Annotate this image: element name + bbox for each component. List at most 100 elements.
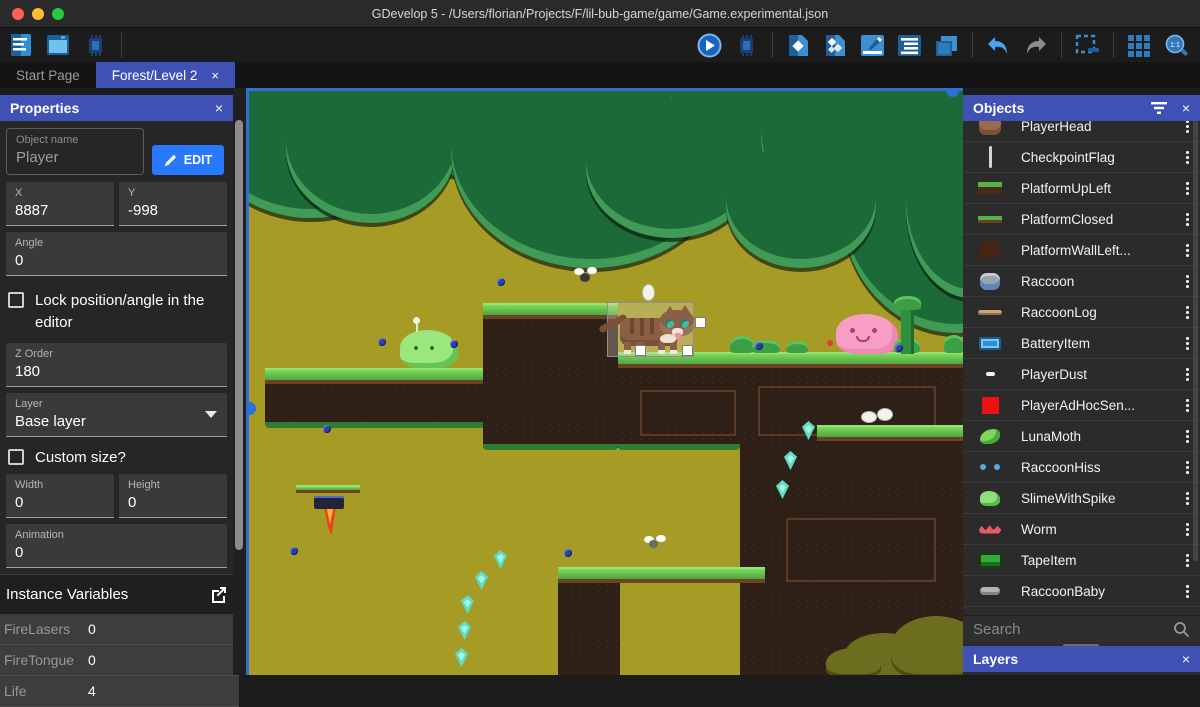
tab-start-page[interactable]: Start Page [0, 62, 96, 88]
object-menu-icon[interactable] [1180, 121, 1194, 133]
object-row[interactable]: PlayerAdHocSen... [963, 390, 1200, 421]
object-menu-icon[interactable] [1180, 399, 1194, 412]
debugger-icon[interactable] [82, 33, 109, 58]
x-position-input[interactable]: X 8887 [6, 182, 114, 226]
debug-preview-icon[interactable] [733, 33, 760, 58]
edit-scene-properties-icon[interactable] [859, 33, 886, 58]
berry-instance[interactable] [378, 338, 386, 346]
variable-row[interactable]: FireLasers 0 [0, 614, 239, 645]
close-objects-icon[interactable]: × [1182, 100, 1190, 116]
object-row[interactable]: PlatformClosed [963, 204, 1200, 235]
berry-instance[interactable] [497, 278, 505, 286]
object-menu-icon[interactable] [1180, 368, 1194, 381]
crystal-instance[interactable] [475, 571, 488, 590]
crystal-instance[interactable] [455, 648, 468, 667]
zoom-reset-icon[interactable]: 1:1 [1163, 33, 1190, 58]
layer-select[interactable]: Layer Base layer [6, 393, 227, 437]
custom-size-checkbox[interactable] [8, 449, 24, 465]
berry-instance[interactable] [895, 344, 903, 352]
delete-selection-icon[interactable] [1074, 33, 1101, 58]
object-menu-icon[interactable] [1180, 523, 1194, 536]
height-input[interactable]: Height 0 [119, 474, 227, 518]
object-row[interactable]: Worm [963, 514, 1200, 545]
crystal-instance[interactable] [461, 595, 474, 614]
berry-instance[interactable] [450, 340, 458, 348]
object-menu-icon[interactable] [1180, 585, 1194, 598]
object-row[interactable]: BatteryItem [963, 328, 1200, 359]
berry-instance[interactable] [755, 342, 763, 350]
object-menu-icon[interactable] [1180, 275, 1194, 288]
properties-scrollbar[interactable] [233, 88, 246, 675]
objects-scrollbar[interactable] [1193, 121, 1198, 561]
selection-handle[interactable] [695, 317, 706, 328]
object-row[interactable]: PlayerDust [963, 359, 1200, 390]
object-row[interactable]: CheckpointFlag [963, 142, 1200, 173]
object-row[interactable]: RaccoonLog [963, 297, 1200, 328]
object-row[interactable]: PlatformWallLeft... [963, 235, 1200, 266]
y-position-input[interactable]: Y -998 [119, 182, 227, 226]
add-object-icon[interactable] [785, 33, 812, 58]
redo-icon[interactable] [1022, 33, 1049, 58]
object-menu-icon[interactable] [1180, 461, 1194, 474]
object-row[interactable]: RaccoonHiss [963, 452, 1200, 483]
object-row[interactable]: Raccoon [963, 266, 1200, 297]
z-order-input[interactable]: Z Order 180 [6, 343, 227, 387]
crystal-instance[interactable] [458, 621, 471, 640]
grid-icon[interactable] [1126, 33, 1153, 58]
egg-instance[interactable] [642, 284, 655, 301]
filter-icon[interactable] [1150, 101, 1168, 115]
object-row[interactable]: PlayerHead [963, 121, 1200, 142]
berry-instance[interactable] [323, 425, 331, 433]
platform-instance[interactable] [558, 581, 620, 675]
object-menu-icon[interactable] [1180, 213, 1194, 226]
objects-groups-icon[interactable] [822, 33, 849, 58]
animation-input[interactable]: Animation 0 [6, 524, 227, 568]
layers-panel-header: Layers × [963, 646, 1200, 672]
search-input[interactable] [973, 621, 1173, 638]
variable-row[interactable]: FireTongue 0 [0, 645, 239, 676]
start-page-icon[interactable] [45, 33, 72, 58]
object-menu-icon[interactable] [1180, 492, 1194, 505]
object-menu-icon[interactable] [1180, 151, 1194, 164]
berry-instance[interactable] [564, 549, 572, 557]
project-manager-icon[interactable] [8, 33, 35, 58]
object-menu-icon[interactable] [1180, 244, 1194, 257]
angle-input[interactable]: Angle 0 [6, 232, 227, 276]
close-tab-icon[interactable]: × [211, 68, 219, 83]
object-menu-icon[interactable] [1180, 337, 1194, 350]
platform-instance[interactable] [483, 316, 618, 448]
object-row[interactable]: RaccoonBaby [963, 576, 1200, 607]
egg-instance[interactable] [861, 411, 877, 423]
object-row[interactable]: TapeItem [963, 545, 1200, 576]
object-row[interactable]: PlatformUpLeft [963, 173, 1200, 204]
object-menu-icon[interactable] [1180, 306, 1194, 319]
variable-row[interactable]: Life 4 [0, 676, 239, 707]
object-menu-icon[interactable] [1180, 182, 1194, 195]
object-row[interactable]: SlimeWithSpike [963, 483, 1200, 514]
platform-instance[interactable] [265, 380, 497, 424]
object-row[interactable]: LunaMoth [963, 421, 1200, 452]
tab-forest-level-2[interactable]: Forest/Level 2 × [96, 62, 235, 88]
edit-object-button[interactable]: EDIT [152, 145, 224, 175]
crystal-instance[interactable] [494, 550, 507, 569]
selection-handle[interactable] [635, 345, 646, 356]
close-properties-icon[interactable]: × [215, 100, 223, 116]
scene-canvas[interactable] [246, 88, 963, 675]
object-menu-icon[interactable] [1180, 430, 1194, 443]
object-menu-icon[interactable] [1180, 554, 1194, 567]
undo-icon[interactable] [985, 33, 1012, 58]
object-row[interactable]: BigSlime [963, 607, 1200, 615]
platform-instance[interactable] [817, 425, 963, 441]
svg-text:1:1: 1:1 [1170, 42, 1180, 49]
width-input[interactable]: Width 0 [6, 474, 114, 518]
open-in-new-icon[interactable] [210, 586, 227, 603]
lock-position-checkbox[interactable] [8, 292, 24, 308]
open-scenes-icon[interactable] [933, 33, 960, 58]
edit-events-icon[interactable] [896, 33, 923, 58]
scene-border-handle[interactable] [246, 402, 256, 415]
selection-handle[interactable] [682, 345, 693, 356]
egg-instance[interactable] [877, 408, 893, 421]
close-layers-icon[interactable]: × [1182, 651, 1190, 667]
preview-play-icon[interactable] [696, 33, 723, 58]
berry-instance[interactable] [290, 547, 298, 555]
